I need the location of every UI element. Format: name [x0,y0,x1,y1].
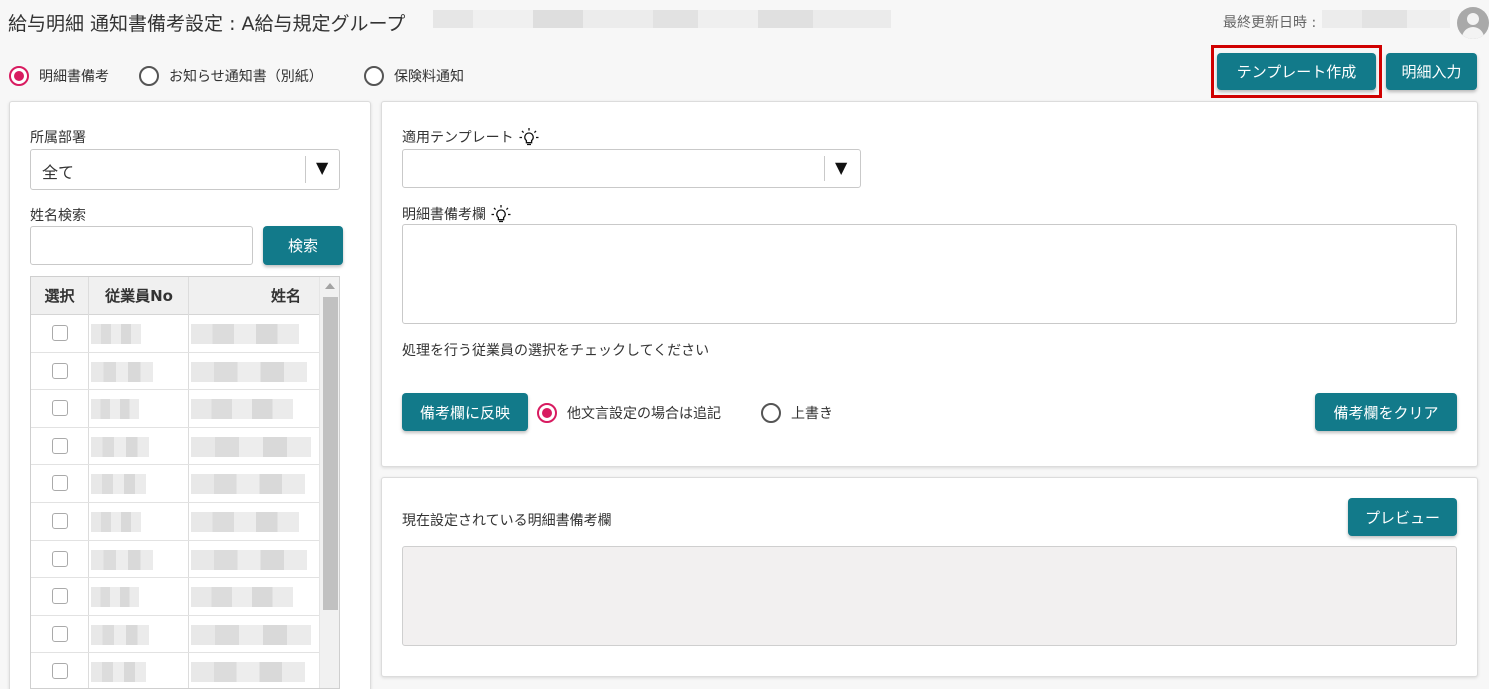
employee-name-cell [191,549,307,570]
instruction-text: 処理を行う従業員の選択をチェックしてください [402,343,710,359]
table-row[interactable] [31,541,319,579]
redacted-group-name [433,10,891,28]
row-select-checkbox[interactable] [52,588,68,605]
radio-label: 保険料通知 [394,69,464,85]
table-row[interactable] [31,503,319,541]
col-employee-no: 従業員No [105,287,173,305]
name-search-input[interactable] [30,226,253,265]
template-create-button[interactable]: テンプレート作成 [1217,53,1376,90]
scroll-thumb[interactable] [323,297,338,610]
employee-no-cell [91,361,153,382]
col-select: 選択 [44,287,75,305]
dept-select[interactable]: 全て ▼ [30,149,340,190]
row-select-checkbox[interactable] [52,513,68,529]
radio-circle [364,66,384,86]
employee-no-cell [91,624,149,645]
employee-no-cell [91,549,153,570]
template-label: 適用テンプレート [402,127,540,149]
row-select-checkbox[interactable] [52,625,68,642]
employee-name-cell [191,512,299,532]
clear-remarks-button[interactable]: 備考欄をクリア [1315,393,1457,431]
employee-no-cell [91,474,146,495]
preview-button[interactable]: プレビュー [1348,498,1457,536]
table-row[interactable] [31,428,319,466]
radio-label: お知らせ通知書（別紙） [169,69,323,85]
lightbulb-icon[interactable] [518,127,540,149]
scroll-up-icon[interactable] [325,283,335,289]
employee-table: 選択 従業員No 姓名 [30,276,340,689]
employee-name-cell [191,399,293,420]
detail-input-button[interactable]: 明細入力 [1386,53,1477,90]
table-row[interactable] [31,465,319,503]
table-header: 選択 従業員No 姓名 [31,277,319,315]
row-select-checkbox[interactable] [52,325,68,341]
table-row[interactable] [31,653,319,688]
employee-name-cell [191,624,311,645]
radio-circle [9,66,29,86]
last-updated-label: 最終更新日時 : [1223,15,1317,31]
row-select-checkbox[interactable] [52,400,68,417]
employee-no-cell [91,399,139,420]
employee-no-cell [91,512,141,532]
triangle-down-icon: ▼ [316,158,329,177]
row-select-checkbox[interactable] [52,362,68,379]
dept-select-value: 全て [42,163,75,182]
radio-insurance-notice[interactable]: 保険料通知 [364,66,464,86]
radio-circle [537,403,557,423]
table-row[interactable] [31,390,319,428]
select-divider [305,156,306,183]
template-label-text: 適用テンプレート [402,130,514,146]
employee-name-cell [191,324,299,344]
radio-label: 他文言設定の場合は追記 [567,406,721,422]
name-search-label: 姓名検索 [30,208,86,224]
apply-remarks-button[interactable]: 備考欄に反映 [402,393,528,431]
radio-label: 明細書備考 [39,69,109,85]
row-select-checkbox[interactable] [52,550,68,567]
radio-notice-separate[interactable]: お知らせ通知書（別紙） [139,66,323,86]
row-select-checkbox[interactable] [52,475,68,492]
remarks-label: 明細書備考欄 [402,204,512,226]
employee-name-cell [191,361,307,382]
remarks-textarea[interactable] [402,224,1457,324]
dept-label: 所属部署 [30,130,86,146]
search-button[interactable]: 検索 [263,226,343,265]
employee-name-cell [191,587,293,608]
employee-name-cell [191,436,311,457]
row-select-checkbox[interactable] [52,437,68,454]
radio-circle [761,403,781,423]
radio-statement-remarks[interactable]: 明細書備考 [9,66,109,86]
lightbulb-icon[interactable] [490,204,512,226]
current-remarks-display [402,546,1457,646]
employee-no-cell [91,324,141,344]
radio-append[interactable]: 他文言設定の場合は追記 [537,403,721,423]
table-row[interactable] [31,315,319,353]
user-avatar-icon[interactable] [1457,7,1489,39]
triangle-down-icon: ▼ [835,158,848,177]
employee-no-cell [91,662,146,683]
radio-label: 上書き [791,406,833,422]
employee-name-cell [191,474,305,495]
last-updated-value [1322,10,1450,28]
table-row[interactable] [31,616,319,654]
radio-circle [139,66,159,86]
remarks-label-text: 明細書備考欄 [402,207,486,223]
employee-name-cell [191,662,305,683]
col-name: 姓名 [270,287,301,305]
table-row[interactable] [31,578,319,616]
radio-overwrite[interactable]: 上書き [761,403,833,423]
employee-no-cell [91,587,139,608]
select-divider [824,156,825,181]
table-row[interactable] [31,353,319,391]
page-title: 給与明細 通知書備考設定 : A給与規定グループ [8,13,406,35]
current-remarks-label: 現在設定されている明細書備考欄 [402,513,612,529]
template-select[interactable]: ▼ [402,149,861,188]
row-select-checkbox[interactable] [52,663,68,680]
table-scrollbar[interactable] [319,277,339,688]
employee-no-cell [91,436,149,457]
